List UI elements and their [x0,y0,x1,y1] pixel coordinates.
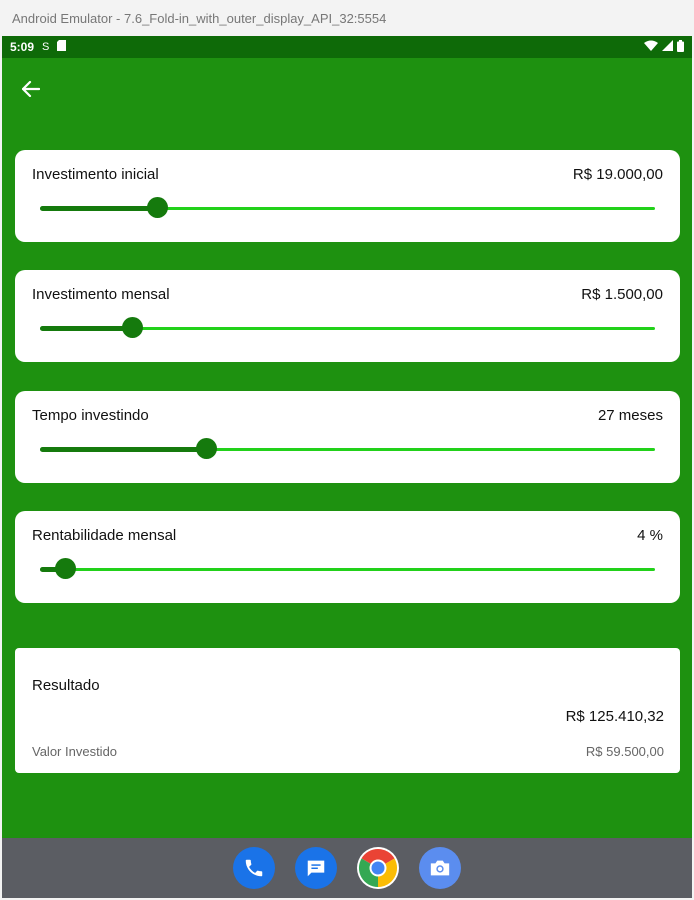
status-bar: 5:09 S [2,36,692,58]
slider-label: Investimento inicial [32,166,159,183]
emulator-titlebar: Android Emulator - 7.6_Fold-in_with_oute… [0,0,694,36]
slider-track [40,568,655,571]
slider-thumb[interactable] [196,438,218,459]
card-rentabilidade-mensal: Rentabilidade mensal 4 % [15,511,680,603]
slider-value: R$ 1.500,00 [581,286,663,303]
slider-value: 4 % [637,527,663,544]
chrome-icon[interactable] [357,847,399,889]
phone-icon[interactable] [233,847,275,889]
slider-fill [40,326,133,331]
invested-value: R$ 59.500,00 [585,744,664,759]
result-label: Resultado [32,677,100,694]
dock [2,838,692,898]
cell-signal-icon [662,40,673,54]
camera-icon[interactable] [419,847,461,889]
slider-fill [40,206,157,211]
investimento-mensal-slider[interactable] [40,316,655,340]
slider-label: Tempo investindo [32,407,149,424]
back-arrow-icon[interactable] [18,76,44,102]
slider-thumb[interactable] [54,558,76,579]
battery-icon [677,39,684,55]
slider-value: 27 meses [597,407,663,424]
slider-value: R$ 19.000,00 [572,166,663,183]
status-icons [644,39,684,55]
messages-icon[interactable] [295,847,337,889]
result-total: R$ 125.410,32 [565,708,664,725]
result-card: Resultado R$ 125.410,32 Valor Investido … [15,648,680,773]
phone-screen: 5:09 S Investimento inicial R$ 19.000,00 [2,36,692,898]
tempo-investindo-slider[interactable] [40,437,655,461]
slider-thumb[interactable] [122,317,144,338]
sim-icon: S [42,41,50,53]
window-title: Android Emulator - 7.6_Fold-in_with_oute… [12,10,387,26]
card-tempo-investindo: Tempo investindo 27 meses [15,391,680,483]
investimento-inicial-slider[interactable] [40,196,655,220]
slider-label: Investimento mensal [32,286,170,303]
slider-fill [40,447,207,452]
card-investimento-inicial: Investimento inicial R$ 19.000,00 [15,150,680,242]
wifi-icon [644,40,658,54]
invested-label: Valor Investido [32,744,118,759]
sd-card-icon [57,40,67,54]
slider-label: Rentabilidade mensal [32,527,177,544]
card-investimento-mensal: Investimento mensal R$ 1.500,00 [15,270,680,362]
rentabilidade-mensal-slider[interactable] [40,557,655,581]
slider-thumb[interactable] [146,197,168,218]
status-time: 5:09 [10,40,35,54]
